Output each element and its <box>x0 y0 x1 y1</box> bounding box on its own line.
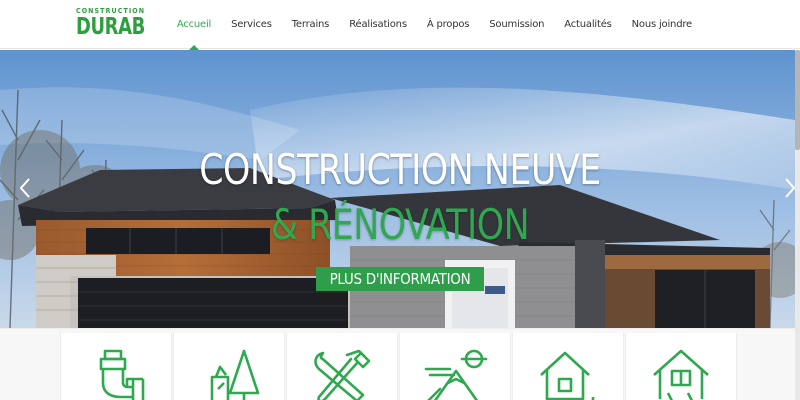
service-card-land[interactable] <box>399 333 511 400</box>
services-strip <box>0 328 795 400</box>
service-card-plumbing[interactable] <box>60 333 172 400</box>
nav-label: Accueil <box>176 19 212 30</box>
mountain-land-icon <box>424 349 488 400</box>
nav-item-soumission[interactable]: Soumission <box>479 0 554 49</box>
nav-item-accueil[interactable]: Accueil <box>167 0 221 50</box>
main-nav: Accueil Services Terrains Réalisations À… <box>167 0 702 50</box>
service-card-house[interactable] <box>512 333 624 400</box>
hero-slider: CONSTRUCTION NEUVE & RÉNOVATION PLUS D'I… <box>0 50 795 328</box>
site-header: CONSTRUCTION DURAB Accueil Services Terr… <box>0 0 800 50</box>
house-icon <box>540 351 595 400</box>
house-renovation-icon <box>653 349 709 400</box>
chevron-right-icon <box>785 178 795 198</box>
more-info-button[interactable]: PLUS D'INFORMATION <box>316 267 484 291</box>
nav-item-terrains[interactable]: Terrains <box>282 0 339 49</box>
active-caret-icon <box>188 45 199 50</box>
hero-title-line1: CONSTRUCTION NEUVE <box>199 145 601 194</box>
tools-icon <box>314 349 371 400</box>
nav-item-nous-joindre[interactable]: Nous joindre <box>622 0 702 49</box>
logo-main-text: DURAB <box>76 14 145 40</box>
hero-title-line2: & RÉNOVATION <box>270 200 530 249</box>
landscaping-icon <box>210 349 260 400</box>
slider-next-button[interactable] <box>779 176 795 200</box>
service-card-tools[interactable] <box>286 333 398 400</box>
nav-item-realisations[interactable]: Réalisations <box>339 0 417 49</box>
slider-prev-button[interactable] <box>14 176 36 200</box>
chevron-left-icon <box>19 178 30 198</box>
service-card-landscaping[interactable] <box>173 333 285 400</box>
nav-item-a-propos[interactable]: À propos <box>417 0 479 49</box>
plumbing-icon <box>99 349 145 400</box>
nav-item-services[interactable]: Services <box>221 0 282 49</box>
nav-item-actualites[interactable]: Actualités <box>554 0 621 49</box>
service-card-renovation[interactable] <box>625 333 737 400</box>
scrollbar-thumb[interactable] <box>795 50 800 150</box>
site-logo[interactable]: CONSTRUCTION DURAB <box>76 7 146 43</box>
